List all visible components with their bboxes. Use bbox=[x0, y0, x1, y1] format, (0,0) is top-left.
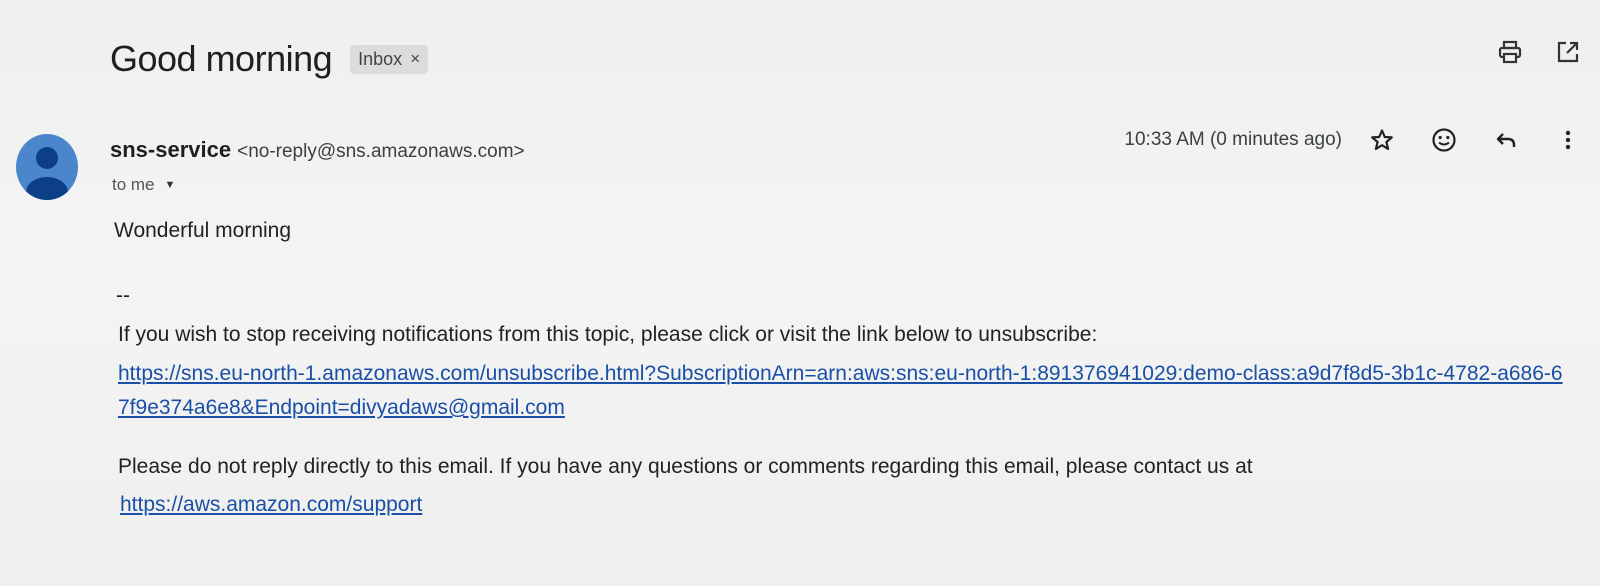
support-link-block: https://aws.amazon.com/support bbox=[120, 489, 1574, 521]
reply-icon[interactable] bbox=[1492, 126, 1520, 154]
top-actions bbox=[1496, 38, 1582, 66]
open-in-new-window-icon[interactable] bbox=[1554, 38, 1582, 66]
print-icon[interactable] bbox=[1496, 38, 1524, 66]
recipient-text: to me bbox=[112, 175, 155, 194]
contact-text: Please do not reply directly to this ema… bbox=[118, 455, 1253, 478]
star-icon[interactable] bbox=[1368, 126, 1396, 154]
emoji-reaction-icon[interactable] bbox=[1430, 126, 1458, 154]
email-body: Wonderful morning -- If you wish to stop… bbox=[114, 219, 1574, 521]
person-icon bbox=[26, 147, 68, 200]
unsubscribe-link[interactable]: https://sns.eu-north-1.amazonaws.com/uns… bbox=[118, 362, 1563, 419]
message-meta: 10:33 AM (0 minutes ago) bbox=[1124, 126, 1582, 154]
greeting-text: Wonderful morning bbox=[114, 219, 292, 242]
signature-marker: -- bbox=[116, 284, 130, 307]
sender-row: sns-service <no-reply@sns.amazonaws.com> bbox=[110, 137, 525, 163]
subject-row: Good morning Inbox × bbox=[110, 38, 429, 80]
email-view: Good morning Inbox × sns-service <no-rep… bbox=[0, 0, 1600, 586]
inbox-label-chip[interactable]: Inbox × bbox=[350, 44, 429, 74]
remove-label-icon[interactable]: × bbox=[410, 49, 420, 69]
message-actions bbox=[1368, 126, 1582, 154]
email-subject: Good morning bbox=[110, 38, 333, 79]
more-options-icon[interactable] bbox=[1554, 126, 1582, 154]
sender-avatar[interactable] bbox=[16, 134, 78, 200]
chevron-down-icon[interactable]: ▼ bbox=[165, 179, 176, 191]
sender-name[interactable]: sns-service bbox=[110, 137, 231, 162]
unsubscribe-text: If you wish to stop receiving notificati… bbox=[118, 323, 1098, 346]
unsubscribe-link-block: https://sns.eu-north-1.amazonaws.com/uns… bbox=[118, 357, 1574, 425]
support-link[interactable]: https://aws.amazon.com/support bbox=[120, 493, 422, 516]
timestamp: 10:33 AM (0 minutes ago) bbox=[1124, 129, 1342, 150]
label-chip-text: Inbox bbox=[358, 48, 403, 69]
sender-email: <no-reply@sns.amazonaws.com> bbox=[237, 141, 525, 162]
recipient-details-toggle[interactable]: to me ▼ bbox=[112, 175, 175, 195]
